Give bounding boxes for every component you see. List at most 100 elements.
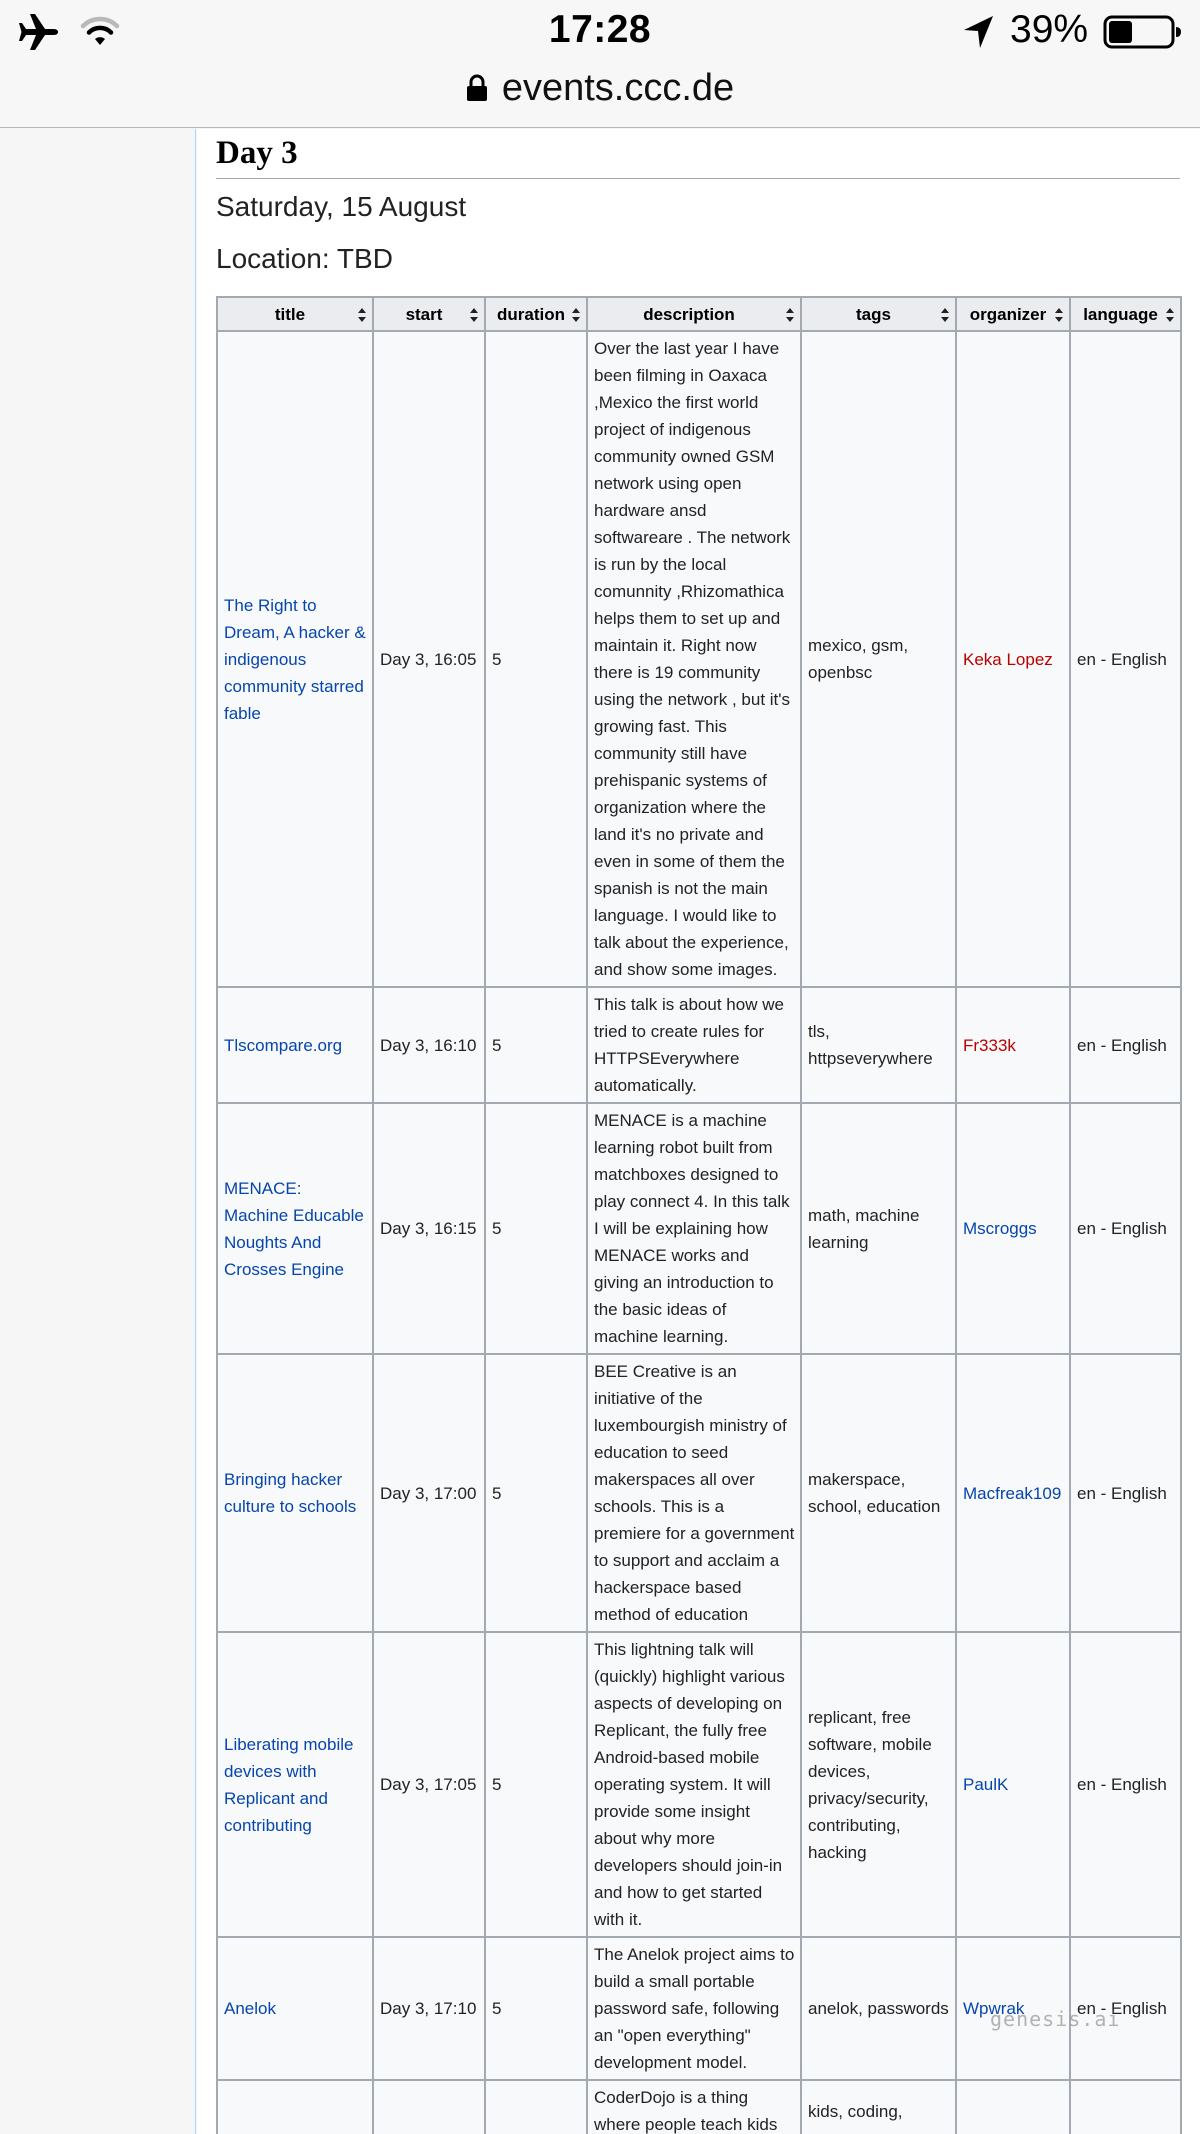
column-header-description[interactable]: description — [586, 296, 802, 332]
cell-language-text: en - English — [1077, 1035, 1167, 1055]
page-title: Day 3 — [216, 135, 1180, 179]
event-title-link[interactable]: Tlscompare.org — [224, 1036, 342, 1055]
table-row: Tlscompare.org Day 3, 16:10 5 This talk is … — [216, 986, 1182, 1104]
cell-organizer: Keka Lopez — [955, 330, 1071, 988]
cell-organizer: Fr333k — [955, 986, 1071, 1104]
cell-duration-text: 5 — [492, 1483, 502, 1503]
status-bar: 17:28 39% events.ccc.de — [0, 0, 1200, 128]
cell-language-text: en - English — [1077, 649, 1167, 669]
cell-tags-text: mexico, gsm, openbsc — [808, 636, 909, 682]
event-title-link[interactable]: Liberating mobile devices with Replicant… — [224, 1735, 353, 1835]
cell-organizer — [955, 2079, 1071, 2134]
main-content: Day 3 Saturday, 15 August Location: TBD … — [197, 129, 1200, 2134]
cell-start-text: Day 3, 17:05 — [380, 1775, 477, 1794]
cell-duration: 5 — [484, 1936, 588, 2081]
cell-tags: makerspace, school, education — [800, 1353, 957, 1633]
cell-start: Day 3, 17:00 — [372, 1353, 486, 1633]
cell-duration: 5 — [484, 1631, 588, 1938]
event-title-link[interactable]: MENACE: Machine Educable Noughts And Cro… — [224, 1179, 364, 1279]
cell-description: BEE Creative is an initiative of the lux… — [586, 1353, 802, 1633]
cell-title: The Right to Dream, A hacker & indigenou… — [216, 330, 374, 988]
table-body: The Right to Dream, A hacker & indigenou… — [216, 330, 1182, 2134]
cell-tags-text: makerspace, school, education — [808, 1470, 941, 1516]
cell-description: This talk is about how we tried to creat… — [586, 986, 802, 1104]
cell-duration-text: 5 — [492, 1035, 502, 1055]
cell-duration: 5 — [484, 330, 588, 988]
column-header-duration[interactable]: duration — [484, 296, 588, 332]
event-title-link[interactable]: The Right to Dream, A hacker & indigenou… — [224, 596, 366, 723]
organizer-link[interactable]: Macfreak109 — [963, 1484, 1061, 1503]
cell-duration-text: 5 — [492, 1775, 502, 1794]
cell-tags-text: replicant, free software, mobile devices… — [808, 1707, 932, 1862]
cell-duration: 5 — [484, 1102, 588, 1355]
location-arrow-icon — [964, 16, 993, 48]
organizer-link[interactable]: Keka Lopez — [963, 650, 1053, 669]
cell-duration-text: 5 — [492, 649, 502, 669]
cell-description-text: CoderDojo is a thing where people teach … — [594, 2088, 778, 2134]
organizer-link[interactable]: Mscroggs — [963, 1219, 1037, 1238]
cell-tags: replicant, free software, mobile devices… — [800, 1631, 957, 1938]
cell-duration — [484, 2079, 588, 2134]
cell-description-text: This lightning talk will (quickly) highl… — [594, 1640, 785, 1929]
cell-start-text: Day 3, 16:05 — [380, 649, 477, 669]
cell-start-text: Day 3, 17:00 — [380, 1483, 477, 1503]
sort-icon[interactable] — [358, 308, 366, 322]
cell-tags: kids, coding, — [800, 2079, 957, 2134]
cell-tags: anelok, passwords — [800, 1936, 957, 2081]
event-title-link[interactable]: Bringing hacker culture to schools — [224, 1470, 356, 1516]
column-header-tags[interactable]: tags — [800, 296, 957, 332]
cell-start: Day 3, 16:05 — [372, 330, 486, 988]
table-row: Bringing hacker culture to schools Day 3,… — [216, 1353, 1182, 1633]
event-title-link[interactable]: Anelok — [224, 1999, 276, 2018]
cell-language: en - English — [1069, 1631, 1182, 1938]
cell-tags: mexico, gsm, openbsc — [800, 330, 957, 988]
cell-language: en - English — [1069, 1353, 1182, 1633]
table-row: CoderDojo is a thing where people teach … — [216, 2079, 1182, 2134]
cell-description: MENACE is a machine learning robot built… — [586, 1102, 802, 1355]
organizer-link[interactable]: PaulK — [963, 1775, 1008, 1794]
date-text: Saturday, 15 August — [216, 191, 467, 222]
cell-description-text: The Anelok project aims to build a small… — [594, 1945, 795, 2072]
organizer-link[interactable]: Fr333k — [963, 1036, 1016, 1055]
cell-description: This lightning talk will (quickly) highl… — [586, 1631, 802, 1938]
sort-icon[interactable] — [1166, 308, 1174, 322]
cell-description: The Anelok project aims to build a small… — [586, 1936, 802, 2081]
lock-icon — [466, 74, 487, 101]
cell-title: Liberating mobile devices with Replicant… — [216, 1631, 374, 1938]
sort-icon[interactable] — [470, 308, 478, 322]
cell-tags: math, machine learning — [800, 1102, 957, 1355]
cell-duration: 5 — [484, 986, 588, 1104]
cell-description-text: BEE Creative is an initiative of the lux… — [594, 1362, 795, 1624]
table-header-row: title start duration description tags or… — [216, 296, 1182, 332]
battery-icon — [1103, 15, 1181, 49]
cell-description: Over the last year I have been filming i… — [586, 330, 802, 988]
cell-title: Bringing hacker culture to schools — [216, 1353, 374, 1633]
column-header-title[interactable]: title — [216, 296, 374, 332]
cell-start-text: Day 3, 16:15 — [380, 1219, 477, 1238]
cell-description-text: MENACE is a machine learning robot built… — [594, 1111, 790, 1346]
url-text: events.ccc.de — [501, 66, 735, 109]
sort-icon[interactable] — [786, 308, 794, 322]
column-header-language[interactable]: language — [1069, 296, 1182, 332]
cell-duration: 5 — [484, 1353, 588, 1633]
cell-tags-text: math, machine learning — [808, 1205, 920, 1252]
cell-language-text: en - English — [1077, 1219, 1167, 1238]
column-header-organizer[interactable]: organizer — [955, 296, 1071, 332]
cell-language: en - English — [1069, 330, 1182, 988]
watermark: genesis.ai — [990, 2007, 1121, 2031]
cell-tags-text: anelok, passwords — [808, 1999, 949, 2018]
address-bar[interactable]: events.ccc.de — [0, 62, 1200, 114]
column-header-start[interactable]: start — [372, 296, 486, 332]
events-table: title start duration description tags or… — [216, 296, 1182, 2134]
battery-percentage: 39% — [1010, 8, 1089, 51]
sort-icon[interactable] — [1055, 308, 1063, 322]
sort-icon[interactable] — [572, 308, 580, 322]
cell-title: Anelok — [216, 1936, 374, 2081]
cell-start-text: Day 3, 16:10 — [380, 1035, 477, 1055]
cell-start: Day 3, 17:10 — [372, 1936, 486, 2081]
sort-icon[interactable] — [941, 308, 949, 322]
cell-description-text: Over the last year I have been filming i… — [594, 339, 791, 979]
cell-organizer: Mscroggs — [955, 1102, 1071, 1355]
cell-start — [372, 2079, 486, 2134]
cell-title: Tlscompare.org — [216, 986, 374, 1104]
